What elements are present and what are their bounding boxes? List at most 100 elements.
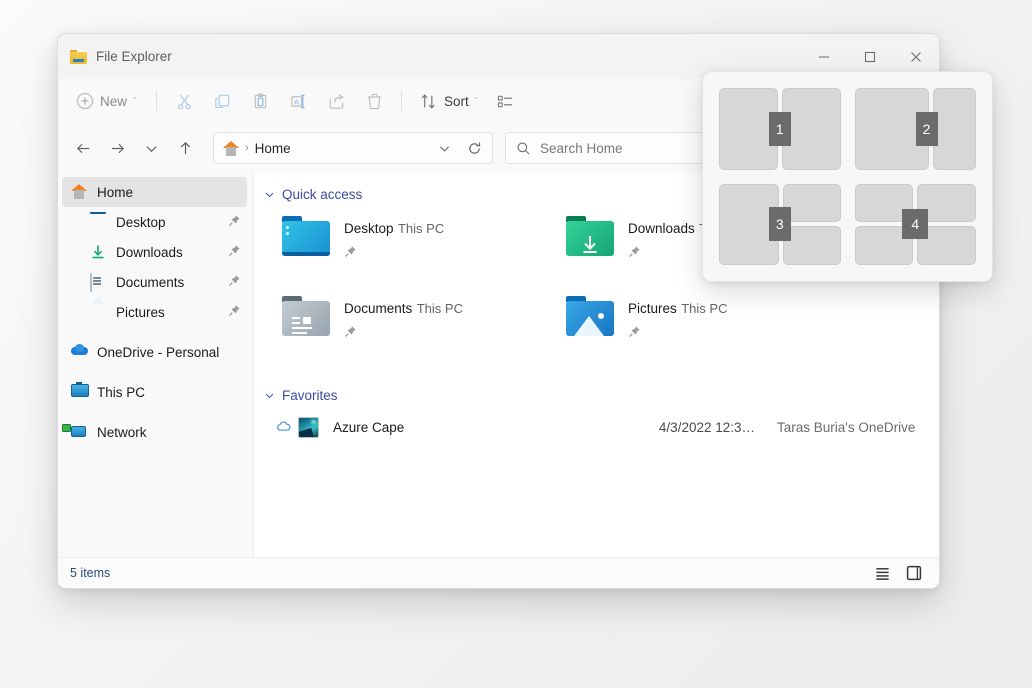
chevron-down-icon xyxy=(264,189,275,200)
search-box[interactable]: Search Home xyxy=(505,132,733,164)
svg-text:A: A xyxy=(294,97,300,106)
folder-pictures-icon xyxy=(566,296,614,336)
status-bar: 5 items xyxy=(58,557,939,588)
delete-icon xyxy=(365,92,384,111)
address-bar[interactable]: › Home xyxy=(213,132,493,164)
folder-desktop-icon xyxy=(282,216,330,256)
copy-icon xyxy=(213,92,232,111)
pin-icon[interactable] xyxy=(228,214,241,230)
favorites-item-date: 4/3/2022 12:3… xyxy=(623,420,755,435)
address-dropdown-button[interactable] xyxy=(432,136,456,160)
arrow-right-icon xyxy=(109,140,126,157)
sidebar-item-this-pc[interactable]: This PC xyxy=(62,377,247,407)
cut-icon xyxy=(175,92,194,111)
arrow-up-icon xyxy=(177,140,194,157)
paste-icon xyxy=(251,92,270,111)
chevron-down-icon xyxy=(438,142,451,155)
sidebar-item-label: This PC xyxy=(97,385,145,400)
quick-access-item-name: Pictures xyxy=(628,301,677,316)
quick-access-item-pictures[interactable]: Pictures This PC xyxy=(558,290,842,370)
onedrive-cloud-icon xyxy=(71,344,88,360)
network-icon xyxy=(71,424,88,440)
favorites-title: Favorites xyxy=(282,388,338,403)
folder-documents-icon xyxy=(282,296,330,336)
snap-pane xyxy=(783,226,841,265)
favorites-header[interactable]: Favorites xyxy=(254,388,939,403)
new-button[interactable]: New ˇ xyxy=(68,85,147,117)
sidebar-item-label: Home xyxy=(97,185,133,200)
quick-access-item-sub: This PC xyxy=(417,301,463,316)
sidebar-item-label: OneDrive - Personal xyxy=(97,345,219,360)
sidebar-spacer xyxy=(62,367,247,377)
title-bar-left: File Explorer xyxy=(58,49,172,64)
up-button[interactable] xyxy=(170,133,201,164)
snap-pane xyxy=(783,184,841,223)
pictures-icon xyxy=(90,304,107,320)
sidebar-item-desktop[interactable]: Desktop xyxy=(62,207,247,237)
snap-layout-badge: 1 xyxy=(769,112,791,146)
quick-access-item-sub: This PC xyxy=(398,221,444,236)
pane-view-button[interactable] xyxy=(901,562,927,584)
sidebar-item-onedrive[interactable]: OneDrive - Personal xyxy=(62,337,247,367)
quick-access-item-desktop[interactable]: Desktop This PC xyxy=(274,210,558,290)
table-row[interactable]: Azure Cape 4/3/2022 12:3… Taras Buria's … xyxy=(268,411,929,443)
home-icon xyxy=(223,141,239,156)
file-thumbnail xyxy=(298,417,319,438)
delete-button[interactable] xyxy=(356,85,392,117)
pin-icon xyxy=(344,325,463,341)
sidebar-item-network[interactable]: Network xyxy=(62,417,247,447)
item-count-label: 5 items xyxy=(70,566,110,580)
snap-layout-option-4[interactable]: 4 xyxy=(853,182,979,268)
snap-layout-option-3[interactable]: 3 xyxy=(717,182,843,268)
refresh-button[interactable] xyxy=(462,136,486,160)
sort-icon xyxy=(419,92,438,111)
pin-icon[interactable] xyxy=(228,274,241,290)
folder-icon xyxy=(70,50,87,64)
search-input[interactable]: Search Home xyxy=(540,141,623,156)
pin-icon[interactable] xyxy=(228,304,241,320)
refresh-icon xyxy=(467,141,482,156)
view-button[interactable] xyxy=(488,85,524,117)
sidebar-item-home[interactable]: Home xyxy=(62,177,247,207)
cloud-status-icon xyxy=(276,420,292,435)
quick-access-item-name: Downloads xyxy=(628,221,695,236)
pin-icon[interactable] xyxy=(228,244,241,260)
quick-access-item-documents[interactable]: Documents This PC xyxy=(274,290,558,370)
share-button[interactable] xyxy=(318,85,354,117)
cut-button[interactable] xyxy=(166,85,202,117)
chevron-down-icon: ˇ xyxy=(475,96,478,106)
sidebar-item-documents[interactable]: Documents xyxy=(62,267,247,297)
snap-layout-badge: 4 xyxy=(902,209,928,239)
navigation-pane: Home Desktop Downloads Doc xyxy=(58,173,254,557)
paste-button[interactable] xyxy=(242,85,278,117)
snap-layout-option-2[interactable]: 2 xyxy=(853,86,979,172)
sidebar-item-label: Downloads xyxy=(116,245,183,260)
folder-downloads-icon xyxy=(566,216,614,256)
pane-view-icon xyxy=(906,565,922,581)
rename-button[interactable]: A xyxy=(280,85,316,117)
search-icon xyxy=(516,141,531,156)
share-icon xyxy=(327,92,346,111)
sidebar-spacer xyxy=(62,327,247,337)
view-icon xyxy=(496,92,515,111)
sidebar-item-downloads[interactable]: Downloads xyxy=(62,237,247,267)
recent-locations-button[interactable] xyxy=(136,133,167,164)
back-button[interactable] xyxy=(68,133,99,164)
sidebar-item-pictures[interactable]: Pictures xyxy=(62,297,247,327)
sidebar-spacer xyxy=(62,407,247,417)
quick-access-item-name: Documents xyxy=(344,301,412,316)
home-icon xyxy=(71,184,88,200)
toolbar-divider-1 xyxy=(156,91,157,111)
details-view-button[interactable] xyxy=(869,562,895,584)
snap-layout-badge: 3 xyxy=(769,207,791,241)
forward-button[interactable] xyxy=(102,133,133,164)
snap-layout-option-1[interactable]: 1 xyxy=(717,86,843,172)
pin-icon xyxy=(344,245,444,261)
documents-icon xyxy=(90,274,107,290)
downloads-icon xyxy=(90,244,107,260)
sidebar-item-label: Pictures xyxy=(116,305,165,320)
quick-access-item-name: Desktop xyxy=(344,221,394,236)
copy-button[interactable] xyxy=(204,85,240,117)
sidebar-item-label: Network xyxy=(97,425,147,440)
sort-button[interactable]: Sort ˇ xyxy=(411,85,486,117)
